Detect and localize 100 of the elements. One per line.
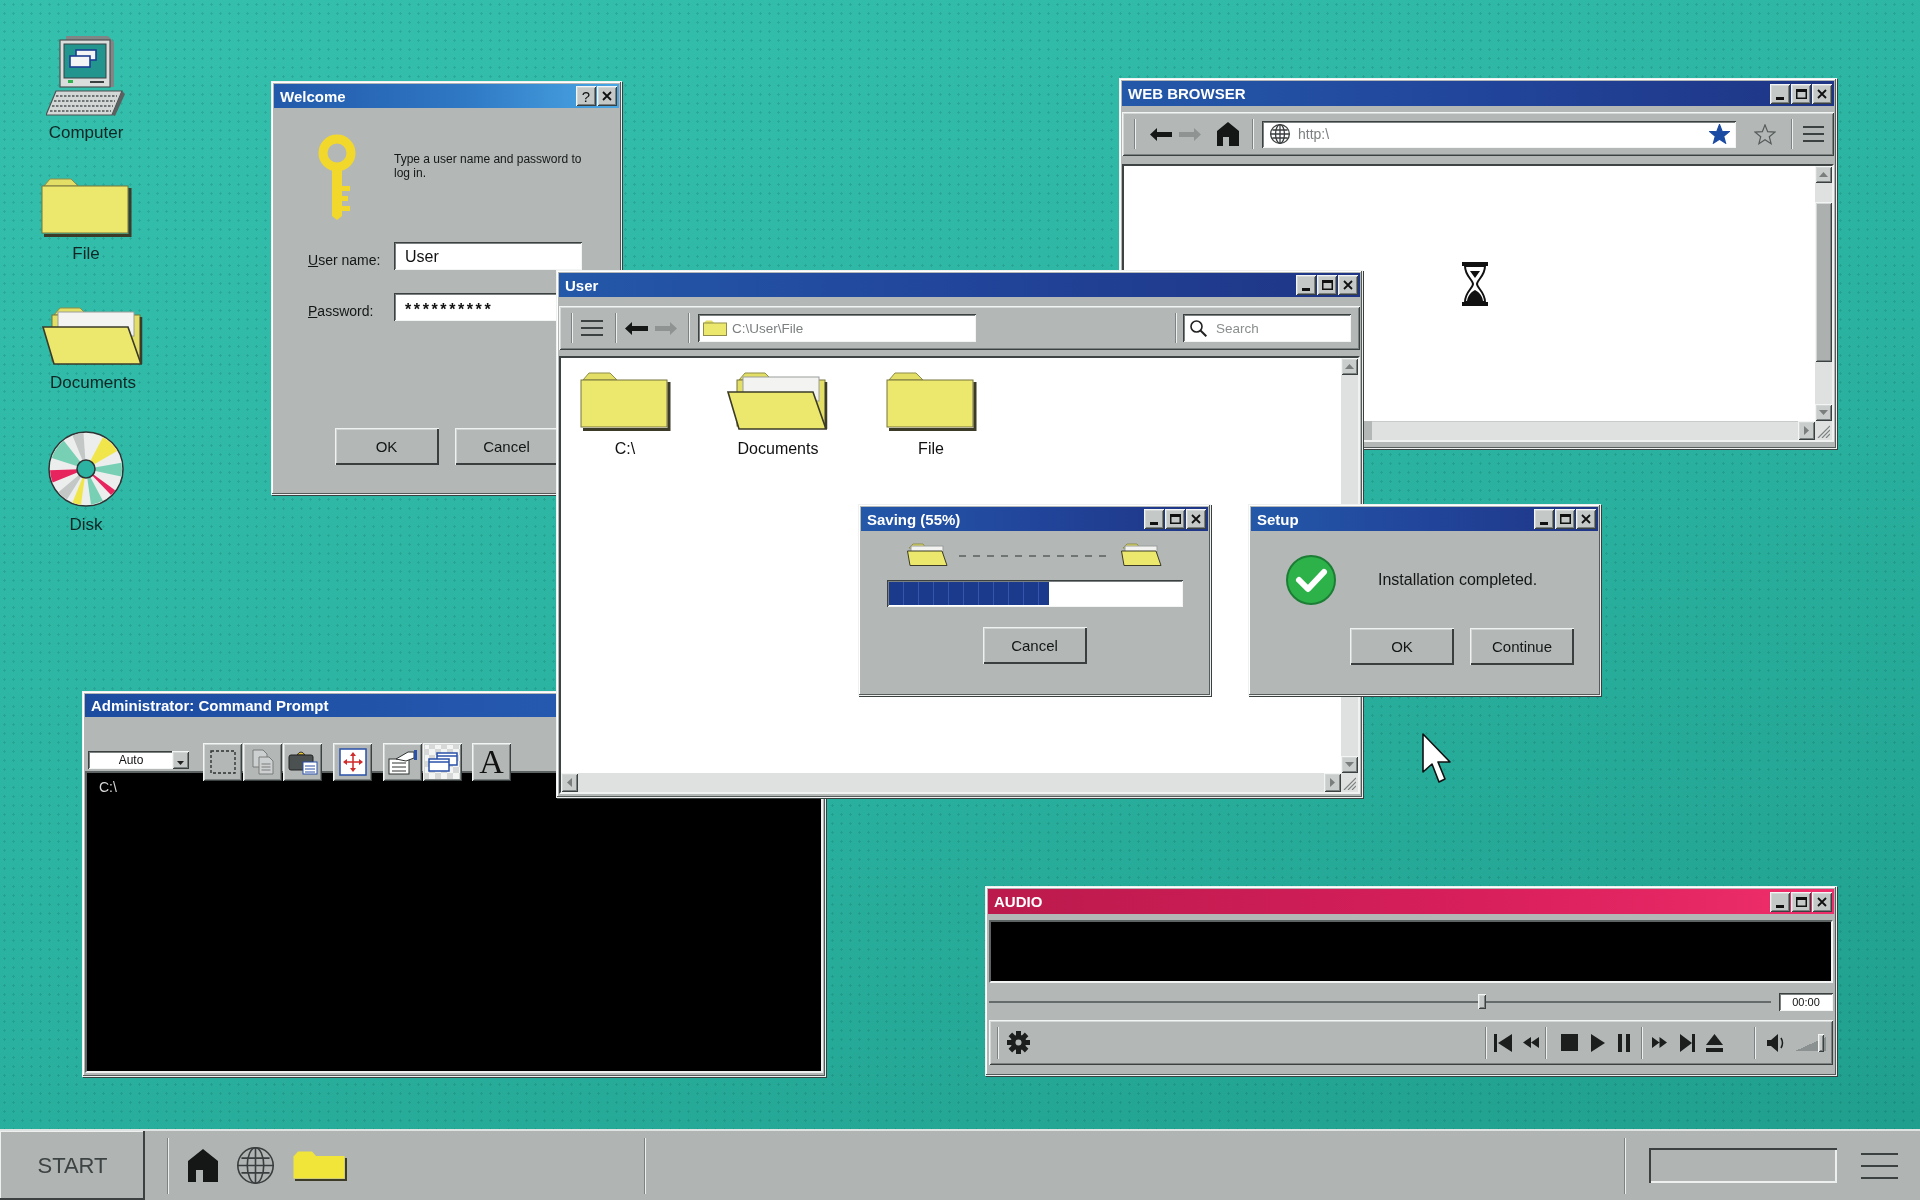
pause-icon[interactable] [1618,1033,1630,1052]
font-tool-button[interactable]: A [472,743,511,781]
dialog-button[interactable]: OK [334,428,439,465]
resize-grip-icon[interactable] [1343,777,1356,790]
star-icon[interactable] [1709,124,1730,144]
slider-thumb[interactable] [1477,994,1486,1009]
windows-tool-button[interactable] [423,743,462,781]
play-icon[interactable] [1591,1033,1605,1052]
caret-right-icon [1804,426,1809,435]
minimize-button[interactable] [1770,83,1790,104]
hand-document-icon [387,749,418,775]
field-label: Password: [308,303,375,321]
computer-icon[interactable] [46,35,126,116]
maximize-icon [1169,514,1181,524]
dialog-button[interactable]: OK [1350,628,1454,665]
window-title: Welcome [280,87,346,105]
folder-icon[interactable] [40,178,132,237]
close-button[interactable] [1338,275,1358,295]
close-button[interactable] [1576,509,1596,529]
folder-label[interactable]: File [918,440,944,458]
scrollbar[interactable] [1815,166,1832,421]
fast-forward-icon[interactable] [1652,1037,1667,1048]
folder-icon[interactable] [579,372,671,431]
maximize-button[interactable] [1555,509,1575,529]
maximize-button[interactable] [1791,83,1811,104]
minimize-button[interactable] [1144,509,1164,529]
resize-grip-icon[interactable] [1817,425,1830,438]
maximize-button[interactable] [1791,891,1811,912]
disc-icon[interactable] [48,431,124,507]
open-folder-icon[interactable] [42,307,144,366]
close-icon [1581,514,1591,524]
select-tool-button[interactable] [203,743,242,781]
desktop-icon-label[interactable]: Disk [69,515,103,535]
login-message: Type a user name and password to log in. [394,152,583,182]
text-input-field[interactable]: User [394,242,582,270]
window-title: AUDIO [994,893,1043,910]
close-icon [1817,88,1827,99]
home-icon[interactable] [1217,122,1239,146]
speaker-icon[interactable] [1767,1033,1785,1052]
star-outline-icon[interactable] [1754,123,1776,145]
address-field[interactable]: http:\ [1262,120,1736,148]
minimize-button[interactable] [1296,275,1316,295]
minimize-button[interactable] [1534,509,1554,529]
scroll-down-button[interactable] [1341,756,1358,773]
eject-icon[interactable] [1706,1033,1723,1052]
properties-tool-button[interactable] [383,743,422,781]
scroll-left-button[interactable] [561,773,578,792]
back-arrow-icon[interactable] [625,321,648,335]
back-arrow-icon[interactable] [1150,127,1172,141]
skip-forward-icon[interactable] [1680,1033,1695,1052]
desktop-icon-label[interactable]: Documents [50,373,136,393]
close-button[interactable] [1186,509,1206,529]
scroll-up-button[interactable] [1815,166,1832,183]
globe-icon[interactable] [237,1147,274,1184]
folder-icon [703,320,727,336]
rewind-icon[interactable] [1523,1037,1539,1048]
dropdown-button[interactable] [172,751,189,769]
skip-back-icon[interactable] [1494,1033,1512,1052]
folder-label[interactable]: Documents [737,440,819,458]
open-folder-icon[interactable] [727,372,829,431]
start-button[interactable]: START [0,1131,145,1200]
close-icon [1817,896,1827,907]
setup-message: Installation completed. [1378,571,1538,589]
close-button[interactable] [1812,83,1832,104]
maximize-icon [1795,896,1807,907]
path-field[interactable]: C:\User\File [698,314,976,342]
menu-icon[interactable] [1803,126,1824,142]
scrollbar-thumb[interactable] [1815,202,1832,362]
menu-icon[interactable] [1861,1152,1898,1179]
scroll-right-button[interactable] [1324,773,1341,792]
help-button[interactable]: ? [576,86,596,106]
desktop-icon-label[interactable]: Computer [48,123,124,143]
scrollbar[interactable] [1372,421,1798,440]
volume-thumb[interactable] [1818,1033,1825,1052]
menu-icon[interactable] [581,320,603,336]
home-icon[interactable] [188,1149,218,1182]
paste-tool-button[interactable] [283,743,322,781]
desktop-icon-label[interactable]: File [72,244,100,264]
field-label: User name: [308,252,382,270]
folder-icon[interactable] [293,1150,347,1181]
dialog-button[interactable]: Cancel [982,627,1087,664]
maximize-button[interactable] [1165,509,1185,529]
move-tool-button[interactable] [333,743,372,781]
font-size-dropdown[interactable]: Auto [88,751,189,769]
folder-icon[interactable] [885,372,977,431]
maximize-icon [1559,514,1571,524]
console-prompt: C:\ [99,779,117,795]
dialog-button[interactable]: Cancel [454,428,559,465]
scroll-down-button[interactable] [1815,404,1832,421]
folder-label[interactable]: C:\ [614,440,636,458]
settings-icon[interactable] [1007,1031,1030,1054]
dialog-button[interactable]: Continue [1470,628,1574,665]
close-button[interactable] [597,86,617,106]
minimize-button[interactable] [1770,891,1790,912]
scrollbar[interactable] [561,773,1341,792]
close-button[interactable] [1812,891,1832,912]
scroll-up-button[interactable] [1341,358,1358,375]
search-icon [1190,319,1207,337]
scroll-right-button[interactable] [1798,421,1815,440]
maximize-button[interactable] [1317,275,1337,295]
